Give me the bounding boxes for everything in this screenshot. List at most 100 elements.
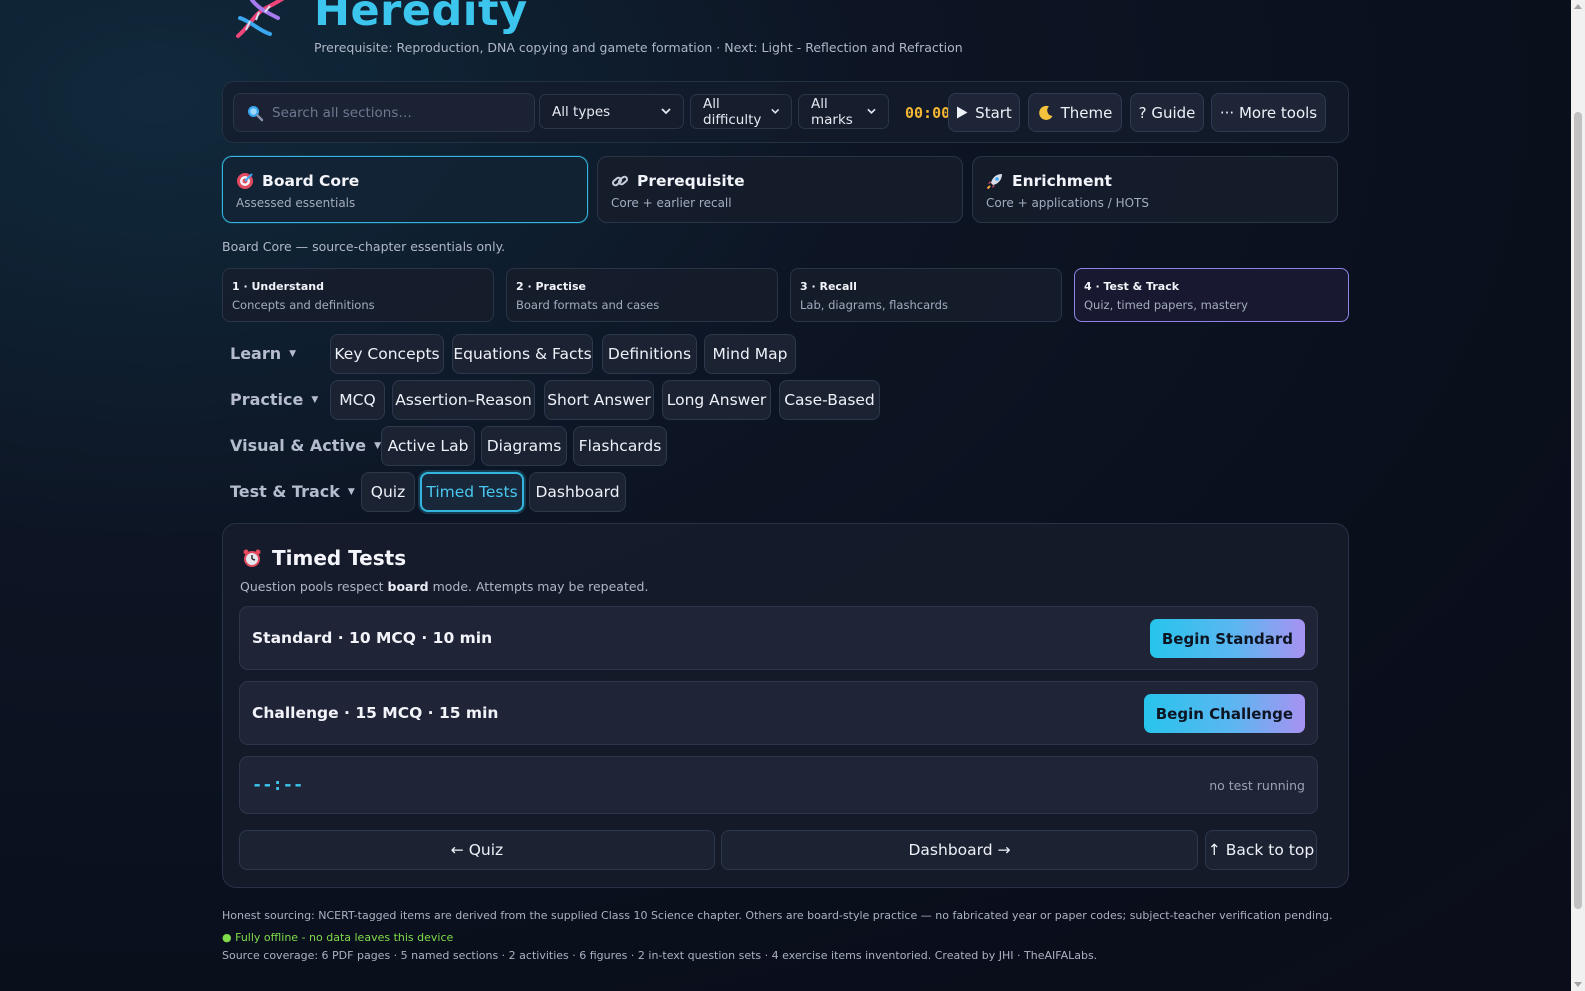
nav-pill-diagrams[interactable]: Diagrams (481, 426, 567, 466)
nav-group-visual-toggle[interactable]: Visual & Active ▼ (230, 436, 381, 455)
caret-down-icon: ▼ (347, 486, 355, 497)
begin-challenge-button[interactable]: Begin Challenge (1143, 694, 1305, 733)
step-subtitle: Concepts and definitions (232, 298, 375, 312)
page-scrollbar[interactable] (1571, 0, 1585, 991)
page-header: Heredity Prerequisite: Reproduction, DNA… (222, 0, 1349, 78)
step-subtitle: Board formats and cases (516, 298, 660, 312)
more-tools-button[interactable]: ··· More tools (1211, 93, 1326, 132)
difficulty-filter-value: All difficulty (703, 95, 762, 128)
nav-pill-active-lab[interactable]: Active Lab (381, 426, 475, 466)
chevron-down-icon (661, 108, 671, 115)
nav-group-label: Learn (230, 344, 282, 363)
mode-subtitle: Core + applications / HOTS (986, 196, 1149, 210)
mode-card-enrichment[interactable]: Enrichment Core + applications / HOTS (972, 156, 1338, 223)
theme-button-label: Theme (1060, 103, 1113, 122)
nav-pill-dashboard[interactable]: Dashboard (529, 472, 626, 512)
target-icon (237, 173, 253, 189)
start-button-label: Start (975, 103, 1012, 122)
nav-pill-timed-tests[interactable]: Timed Tests (420, 472, 524, 512)
back-to-top-button[interactable]: ↑ Back to top (1205, 830, 1317, 870)
nav-pill-case-based[interactable]: Case-Based (779, 380, 880, 420)
footer-offline: ● Fully offline - no data leaves this de… (222, 931, 454, 944)
nav-pill-definitions[interactable]: Definitions (602, 334, 697, 374)
footer-coverage: Source coverage: 6 PDF pages · 5 named s… (222, 949, 1098, 962)
step-title: 4 · Test & Track (1084, 280, 1180, 293)
test-row-standard: Standard · 10 MCQ · 10 min Begin Standar… (239, 606, 1318, 670)
mode-card-board-core[interactable]: Board Core Assessed essentials (222, 156, 588, 223)
mode-title: Prerequisite (637, 172, 745, 190)
mode-title: Enrichment (1012, 172, 1112, 190)
chevron-down-icon (770, 108, 779, 114)
alarm-clock-icon (243, 549, 261, 567)
nav-group-test-toggle[interactable]: Test & Track ▼ (230, 482, 355, 501)
scroll-up-arrow-icon[interactable] (1574, 4, 1582, 9)
test-clock: --:-- (252, 775, 304, 795)
difficulty-filter-select[interactable]: All difficulty (690, 94, 792, 129)
mode-description: Board Core — source-chapter essentials o… (222, 239, 506, 254)
timed-tests-panel: Timed Tests Question pools respect board… (222, 523, 1349, 888)
marks-filter-value: All marks (811, 95, 853, 128)
step-practise[interactable]: 2 · Practise Board formats and cases (506, 268, 778, 322)
nav-row-practice: Practice ▼ MCQ Assertion–Reason Short An… (222, 380, 1349, 420)
step-subtitle: Lab, diagrams, flashcards (800, 298, 948, 312)
step-understand[interactable]: 1 · Understand Concepts and definitions (222, 268, 494, 322)
toolbar-timer: 00:00 (905, 104, 951, 122)
test-label: Challenge · 15 MCQ · 15 min (252, 704, 499, 722)
nav-pill-assertion-reason[interactable]: Assertion–Reason (392, 380, 535, 420)
nav-row-test-track: Test & Track ▼ Quiz Timed Tests Dashboar… (222, 472, 1349, 512)
rocket-icon (986, 174, 1002, 190)
scrollbar-thumb[interactable] (1574, 112, 1582, 909)
nav-pill-equations-facts[interactable]: Equations & Facts (452, 334, 593, 374)
begin-standard-button[interactable]: Begin Standard (1149, 619, 1305, 658)
marks-filter-select[interactable]: All marks (798, 94, 889, 129)
start-button[interactable]: Start (948, 93, 1020, 132)
caret-down-icon: ▼ (311, 394, 319, 405)
test-status-row: --:-- no test running (239, 756, 1318, 814)
panel-note: Question pools respect board mode. Attem… (240, 579, 649, 594)
scroll-down-arrow-icon[interactable] (1574, 982, 1582, 987)
play-icon (957, 106, 968, 119)
step-test-track[interactable]: 4 · Test & Track Quiz, timed papers, mas… (1074, 268, 1349, 322)
more-tools-label: ··· More tools (1219, 103, 1318, 122)
nav-pill-flashcards[interactable]: Flashcards (573, 426, 667, 466)
nav-group-practice-toggle[interactable]: Practice ▼ (230, 390, 318, 409)
link-icon (611, 175, 629, 187)
next-dashboard-button[interactable]: Dashboard → (721, 830, 1198, 870)
nav-group-label: Practice (230, 390, 304, 409)
test-label: Standard · 10 MCQ · 10 min (252, 629, 493, 647)
nav-row-learn: Learn ▼ Key Concepts Equations & Facts D… (222, 334, 1349, 374)
nav-pill-mcq[interactable]: MCQ (330, 380, 385, 420)
nav-pill-short-answer[interactable]: Short Answer (544, 380, 654, 420)
test-status: no test running (1209, 778, 1305, 793)
type-filter-select[interactable]: All types (539, 94, 684, 129)
guide-button-label: ? Guide (1138, 103, 1196, 122)
page-title: Heredity (314, 0, 528, 36)
prev-quiz-button[interactable]: ← Quiz (239, 830, 715, 870)
panel-title: Timed Tests (272, 546, 407, 570)
nav-pill-long-answer[interactable]: Long Answer (662, 380, 771, 420)
step-subtitle: Quiz, timed papers, mastery (1084, 298, 1248, 312)
nav-pill-mind-map[interactable]: Mind Map (704, 334, 796, 374)
nav-row-visual-active: Visual & Active ▼ Active Lab Diagrams Fl… (222, 426, 1349, 466)
mode-subtitle: Core + earlier recall (611, 196, 732, 210)
search-box[interactable] (233, 93, 535, 132)
search-input[interactable] (272, 94, 527, 131)
app-page: Heredity Prerequisite: Reproduction, DNA… (222, 0, 1349, 962)
guide-button[interactable]: ? Guide (1130, 93, 1204, 132)
chevron-down-icon (867, 108, 876, 114)
theme-button[interactable]: Theme (1028, 93, 1122, 132)
mode-card-prerequisite[interactable]: Prerequisite Core + earlier recall (597, 156, 963, 223)
step-recall[interactable]: 3 · Recall Lab, diagrams, flashcards (790, 268, 1062, 322)
toolbar: All types All difficulty All marks 00:00… (222, 81, 1349, 143)
nav-group-learn-toggle[interactable]: Learn ▼ (230, 344, 296, 363)
nav-group-label: Test & Track (230, 482, 340, 501)
test-row-challenge: Challenge · 15 MCQ · 15 min Begin Challe… (239, 681, 1318, 745)
step-title: 3 · Recall (800, 280, 857, 293)
moon-icon (1038, 105, 1053, 120)
step-title: 1 · Understand (232, 280, 324, 293)
nav-pill-quiz[interactable]: Quiz (361, 472, 415, 512)
dna-icon (236, 0, 285, 38)
nav-pill-key-concepts[interactable]: Key Concepts (330, 334, 444, 374)
search-icon (248, 106, 264, 122)
nav-group-label: Visual & Active (230, 436, 367, 455)
